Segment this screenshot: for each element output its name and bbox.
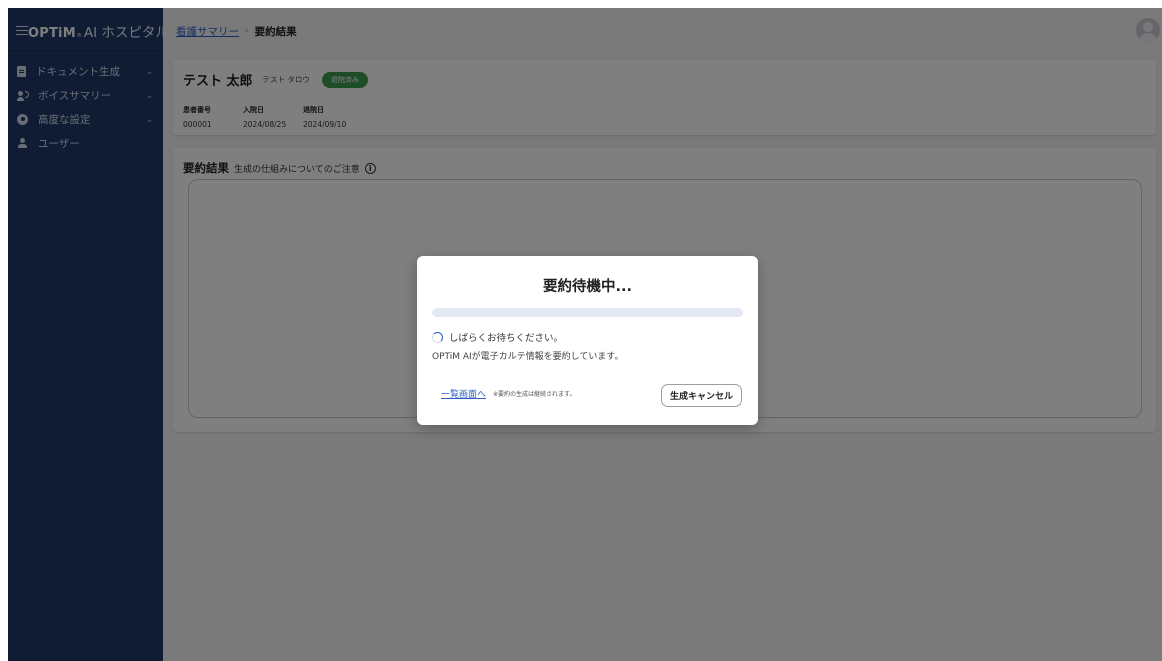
- back-to-list-link[interactable]: 一覧画面へ: [441, 387, 486, 400]
- dialog-title: 要約待機中...: [542, 279, 633, 295]
- cancel-generation-button[interactable]: 生成キャンセル: [660, 384, 742, 407]
- status-text: しばらくお待ちください。: [449, 333, 564, 344]
- progress-bar: [432, 308, 743, 317]
- app-window: OPTiM ® AI ホスピタル ドキュメント生成 ⌄ ボイスサマリー ⌄ 高度…: [8, 8, 1162, 661]
- spinner-icon: [432, 331, 443, 343]
- continue-note: ※要約の生成は継続されます。: [493, 391, 576, 398]
- waiting-dialog: 要約待機中... しばらくお待ちください。 OPTiM AIが電子カルテ情報を要…: [417, 256, 758, 425]
- dialog-footer: 一覧画面へ ※要約の生成は継続されます。 生成キャンセル: [441, 384, 757, 407]
- status-row: しばらくお待ちください。: [432, 330, 563, 344]
- status-detail-text: OPTiM AIが電子カルテ情報を要約しています。: [432, 352, 624, 362]
